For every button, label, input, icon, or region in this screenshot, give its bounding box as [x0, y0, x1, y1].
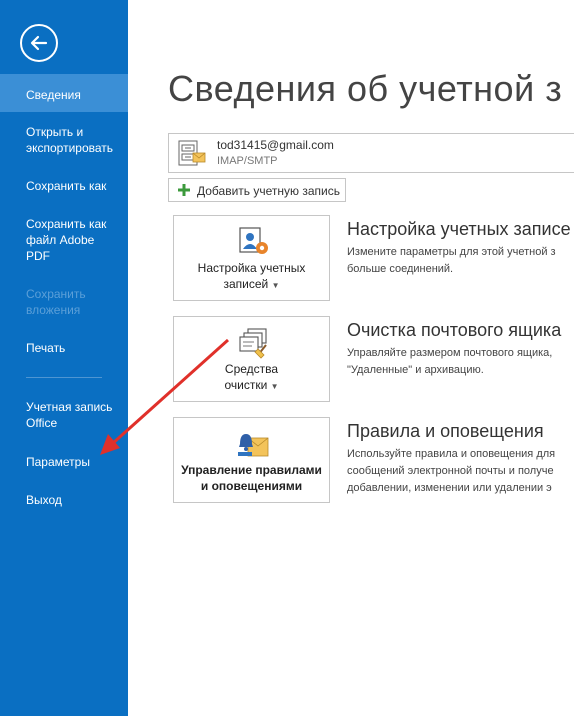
nav-item-label: Сохранить как файл Adobe PDF	[26, 217, 107, 263]
nav-item-label: Открыть и экспортировать	[26, 125, 114, 155]
tile-label: записей	[223, 277, 269, 291]
nav-item-label: Выход	[26, 493, 62, 507]
nav-item-office-account[interactable]: Учетная запись Office	[0, 399, 128, 431]
nav-item-exit[interactable]: Выход	[0, 492, 128, 508]
plus-icon	[178, 184, 190, 196]
nav-item-open-export[interactable]: Открыть и экспортировать	[0, 124, 128, 156]
cleanup-tools-button[interactable]: Средства очистки ▼	[173, 316, 330, 402]
tile-label: Управление правилами	[181, 463, 322, 477]
backstage-sidebar: Сведения Открыть и экспортировать Сохран…	[0, 0, 128, 716]
add-account-button[interactable]: Добавить учетную запись	[168, 178, 346, 202]
tile-label: Настройка учетных	[197, 261, 306, 275]
account-selector[interactable]: tod31415@gmail.com IMAP/SMTP	[168, 133, 574, 173]
section-description: больше соединений.	[347, 263, 454, 275]
tile-label-line2: очистки ▼	[178, 377, 325, 395]
mail-account-icon	[178, 140, 206, 166]
account-settings-icon	[239, 227, 268, 254]
nav-item-info[interactable]: Сведения	[0, 74, 128, 112]
manage-rules-button[interactable]: Управление правилами и оповещениями	[173, 417, 330, 503]
section-title: Очистка почтового ящика	[347, 320, 562, 340]
nav-divider	[26, 377, 102, 378]
nav-item-label: Печать	[26, 341, 66, 355]
back-button[interactable]	[20, 24, 58, 62]
nav-item-label: Сведения	[26, 88, 81, 102]
chevron-down-icon: ▼	[271, 281, 280, 290]
account-settings-button[interactable]: Настройка учетных записей ▼	[173, 215, 330, 301]
nav-item-label: Сохранить вложения	[26, 287, 86, 317]
tile-label: и оповещениями	[200, 479, 303, 493]
nav-item-label: Параметры	[26, 455, 90, 469]
nav-item-label: Учетная запись Office	[26, 400, 113, 430]
section-title: Правила и оповещения	[347, 421, 544, 441]
rules-alerts-icon	[238, 434, 269, 457]
tile-label: очистки	[224, 378, 268, 392]
section-title: Настройка учетных записе	[347, 219, 571, 239]
section-description: сообщений электронной почты и получе	[347, 465, 554, 477]
chevron-down-icon: ▼	[270, 382, 279, 391]
nav-item-print[interactable]: Печать	[0, 340, 128, 356]
add-account-label: Добавить учетную запись	[197, 184, 340, 198]
section-description: Управляйте размером почтового ящика,	[347, 347, 553, 359]
nav-item-save-as-pdf[interactable]: Сохранить как файл Adobe PDF	[0, 216, 128, 264]
account-type: IMAP/SMTP	[217, 155, 278, 167]
cleanup-tools-icon	[239, 328, 267, 359]
section-description: добавлении, изменении или удалении э	[347, 482, 552, 494]
section-description: Используйте правила и оповещения для	[347, 448, 556, 460]
account-email: tod31415@gmail.com	[217, 138, 334, 152]
nav-item-options[interactable]: Параметры	[0, 454, 128, 470]
nav-item-save-attachments: Сохранить вложения	[0, 286, 128, 318]
section-description: Измените параметры для этой учетной з	[347, 246, 556, 258]
section-description: "Удаленные" и архивацию.	[347, 364, 484, 376]
nav-item-label: Сохранить как	[26, 179, 107, 193]
back-arrow-icon	[30, 35, 48, 51]
nav-item-save-as[interactable]: Сохранить как	[0, 178, 128, 194]
tile-label-line2: записей ▼	[178, 276, 325, 294]
tile-label: Средства	[224, 362, 279, 376]
page-title: Сведения об учетной з	[168, 68, 563, 109]
